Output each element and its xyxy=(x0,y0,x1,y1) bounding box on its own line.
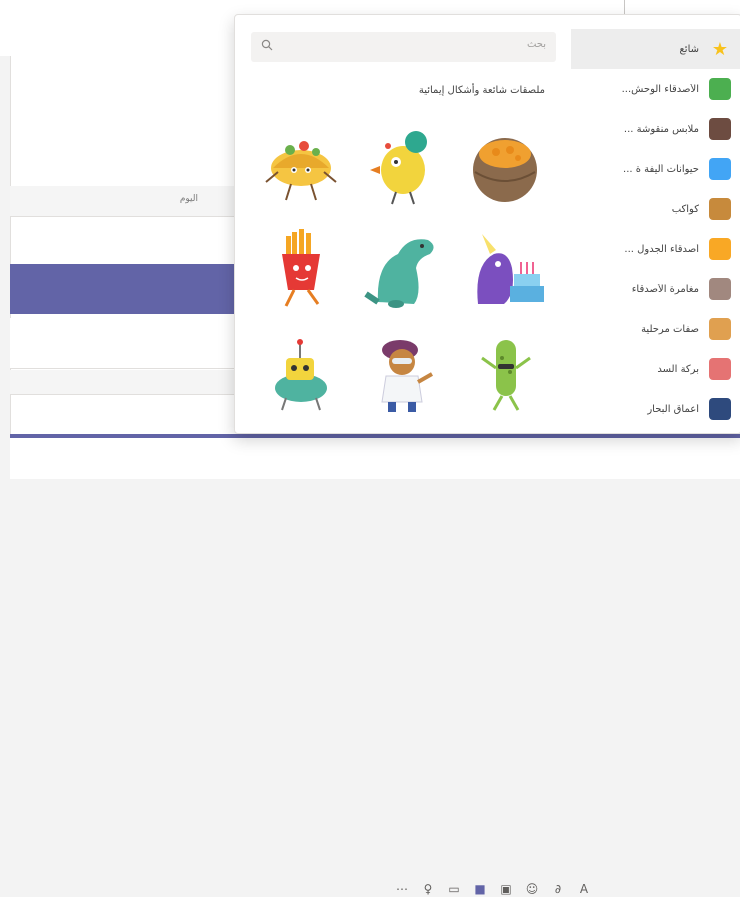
sticker-category-label: أصدقاء الجدول ... xyxy=(624,243,699,255)
praise-icon[interactable]: ♀ xyxy=(420,881,436,897)
sticker-category-0[interactable]: ★ شائع xyxy=(571,29,740,69)
sticker-category-label: ملابس منقوشة ... xyxy=(623,123,699,135)
sticker-pickle[interactable] xyxy=(454,323,556,423)
sticker-category-5[interactable]: أصدقاء الجدول ... xyxy=(571,229,740,269)
sticker-search[interactable] xyxy=(251,32,556,62)
friends-adventure-icon xyxy=(709,278,731,300)
search-icon xyxy=(261,39,273,55)
sticker-unicorn-cake[interactable] xyxy=(454,219,556,319)
sticker-search-input[interactable] xyxy=(304,38,548,51)
meet-now-icon[interactable]: ▭ xyxy=(446,881,462,897)
sticker-picker: ملصقات شائعة وأشكال إيمائية xyxy=(234,14,740,434)
traits-icon xyxy=(709,318,731,340)
sticker-yellow-bird[interactable] xyxy=(352,115,454,215)
sticker-category-label: شائع xyxy=(679,43,699,55)
composer-toolbar: ⋯ ♀ ▭ ■ ▣ ☺ ∂ A xyxy=(394,881,592,897)
pets-icon xyxy=(709,158,731,180)
emoji-icon[interactable]: ☺ xyxy=(524,881,540,897)
sticker-taco[interactable] xyxy=(250,115,352,215)
schedule-friends-icon xyxy=(709,238,731,260)
sticker-grid xyxy=(250,115,556,423)
sticker-category-7[interactable]: صفات مرحلية xyxy=(571,309,740,349)
day-label: اليوم xyxy=(179,194,198,204)
star-icon: ★ xyxy=(711,38,729,60)
gif-icon[interactable]: ▣ xyxy=(498,881,514,897)
sticker-dinosaur[interactable] xyxy=(352,219,454,319)
chat-message[interactable] xyxy=(10,318,250,369)
sticker-category-3[interactable]: حيوانات أليفة ة ... xyxy=(571,149,740,189)
selected-message[interactable] xyxy=(10,264,255,314)
sticker-category-label: كواكب xyxy=(671,203,699,215)
sticker-category-8[interactable]: بركة السد xyxy=(571,349,740,389)
more-options-icon[interactable]: ⋯ xyxy=(394,881,410,897)
sticker-category-9[interactable]: أعماق البحار xyxy=(571,389,740,429)
sticker-category-label: حيوانات أليفة ة ... xyxy=(623,163,699,175)
sticker-category-label: الأصدقاء الوحش... xyxy=(621,83,699,95)
sticker-category-2[interactable]: ملابس منقوشة ... xyxy=(571,109,740,149)
attach-icon[interactable]: ∂ xyxy=(550,881,566,897)
sticker-category-6[interactable]: مغامرة الأصدقاء xyxy=(571,269,740,309)
monster-friends-icon xyxy=(709,78,731,100)
sticker-robot-turtle[interactable] xyxy=(250,323,352,423)
sticker-category-label: صفات مرحلية xyxy=(641,323,699,335)
sticker-category-label: مغامرة الأصدقاء xyxy=(631,283,699,295)
section-title: ملصقات شائعة وأشكال إيمائية xyxy=(418,85,545,96)
sticker-category-4[interactable]: كواكب xyxy=(571,189,740,229)
sticker-category-label: أعماق البحار xyxy=(647,403,699,415)
sticker-scientist[interactable] xyxy=(352,323,454,423)
planets-icon xyxy=(709,198,731,220)
message-composer[interactable]: ⋯ ♀ ▭ ■ ▣ ☺ ∂ A xyxy=(10,438,740,896)
sticker-category-label: بركة السد xyxy=(657,363,699,375)
sticker-category-1[interactable]: الأصدقاء الوحش... xyxy=(571,69,740,109)
sticker-category-list: ★ شائع الأصدقاء الوحش... ملابس منقوشة ... حي… xyxy=(571,29,740,429)
day-separator: اليوم xyxy=(10,186,250,217)
sticker-icon[interactable]: ■ xyxy=(472,881,488,897)
plaid-clothes-icon xyxy=(709,118,731,140)
format-icon[interactable]: A xyxy=(576,881,592,897)
sticker-pumpkin-pie[interactable] xyxy=(454,115,556,215)
sticker-french-fries[interactable] xyxy=(250,219,352,319)
deep-sea-icon xyxy=(709,398,731,420)
pond-icon xyxy=(709,358,731,380)
chat-message-gray[interactable] xyxy=(10,370,250,395)
